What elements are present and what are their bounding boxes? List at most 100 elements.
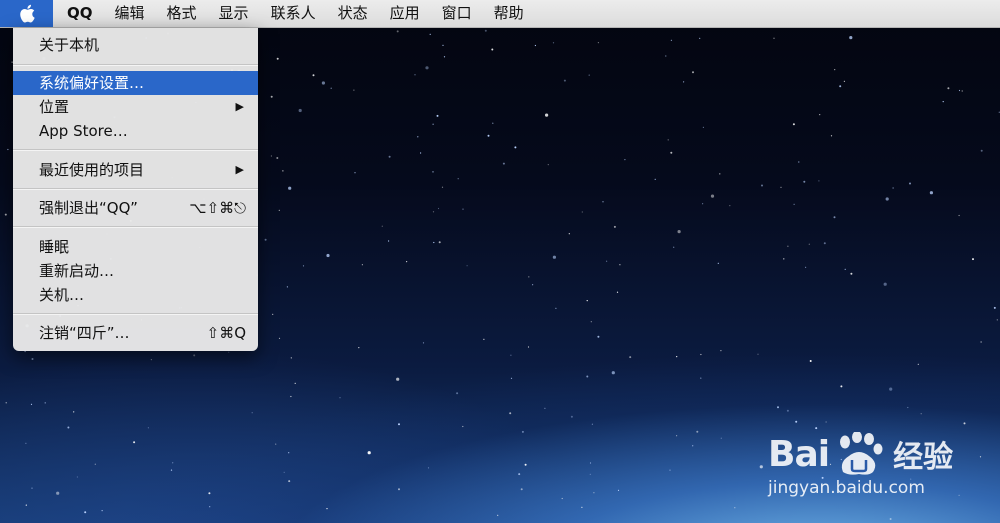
star — [833, 216, 836, 219]
star — [676, 356, 678, 358]
watermark-brand-left: Bai — [768, 433, 830, 475]
star — [209, 506, 211, 508]
menu-item-shutdown-label: 关机… — [39, 286, 85, 304]
star — [606, 260, 608, 262]
star — [502, 162, 505, 165]
star — [942, 101, 944, 103]
star — [492, 122, 494, 124]
star — [524, 463, 527, 466]
star — [613, 225, 616, 228]
menu-item-force-quit-label: 强制退出“QQ” — [39, 199, 138, 217]
star — [700, 377, 702, 379]
star — [270, 155, 272, 157]
star — [457, 178, 459, 180]
star — [290, 395, 292, 398]
star — [616, 291, 619, 293]
menu-item-location-label: 位置 — [39, 98, 70, 116]
menu-item-system-preferences[interactable]: 系统偏好设置… — [13, 71, 258, 95]
star — [581, 211, 583, 213]
star — [456, 392, 459, 395]
star — [133, 441, 136, 444]
star — [844, 268, 846, 270]
star — [417, 136, 419, 138]
star — [44, 402, 46, 404]
star — [834, 69, 836, 71]
star — [883, 282, 887, 286]
star — [443, 56, 446, 58]
star — [570, 415, 573, 418]
star — [961, 90, 963, 92]
star — [677, 230, 681, 234]
star — [429, 33, 431, 36]
star — [670, 151, 673, 154]
star — [433, 241, 435, 244]
star — [438, 241, 441, 244]
star — [510, 354, 512, 356]
star — [437, 207, 440, 210]
star — [94, 463, 96, 465]
star — [228, 351, 230, 353]
star — [547, 164, 549, 166]
menubar-item-contacts[interactable]: 联系人 — [260, 0, 327, 27]
star — [420, 152, 422, 154]
star — [683, 81, 685, 83]
star — [619, 264, 621, 266]
menu-item-about[interactable]: 关于本机 — [13, 33, 258, 57]
menu-item-recent-items[interactable]: 最近使用的项目 ▶ — [13, 158, 258, 182]
star — [497, 514, 499, 516]
menu-item-recent-items-label: 最近使用的项目 — [39, 161, 145, 179]
star — [101, 510, 103, 512]
watermark-brand-right: 经验 — [893, 440, 954, 475]
star — [545, 113, 549, 117]
menu-item-restart-label: 重新启动… — [39, 262, 115, 280]
menubar-item-apps[interactable]: 应用 — [379, 0, 431, 27]
star — [793, 203, 795, 205]
star — [602, 201, 604, 203]
menubar-item-view[interactable]: 显示 — [208, 0, 260, 27]
star — [31, 358, 34, 360]
menu-item-location[interactable]: 位置 ▶ — [13, 95, 258, 119]
menubar-app-qq[interactable]: QQ — [53, 0, 104, 27]
star — [24, 350, 26, 353]
star — [700, 353, 702, 356]
baidu-paw-logo-icon — [840, 432, 883, 475]
star — [288, 452, 290, 454]
star — [534, 44, 537, 47]
star — [563, 79, 566, 82]
star — [809, 360, 812, 362]
menu-item-sleep[interactable]: 睡眠 — [13, 235, 258, 259]
menubar-item-format[interactable]: 格式 — [156, 0, 208, 27]
menu-item-restart[interactable]: 重新启动… — [13, 259, 258, 283]
star — [290, 357, 292, 359]
menu-separator — [13, 188, 258, 190]
star — [597, 335, 600, 338]
star — [597, 42, 600, 44]
menu-item-shutdown[interactable]: 关机… — [13, 283, 258, 307]
star — [528, 276, 530, 278]
star — [330, 87, 332, 89]
menu-item-logout-label: 注销“四斤”… — [39, 324, 130, 342]
star — [720, 437, 722, 439]
star — [422, 342, 425, 344]
star — [823, 242, 826, 245]
star — [692, 445, 694, 447]
menubar-item-status[interactable]: 状态 — [327, 0, 379, 27]
star — [427, 467, 430, 469]
apple-menu-button[interactable] — [0, 0, 53, 27]
star — [56, 491, 60, 495]
star — [276, 157, 279, 159]
menu-item-app-store[interactable]: App Store… — [13, 119, 258, 143]
menu-item-logout[interactable]: 注销“四斤”… ⇧⌘Q — [13, 321, 258, 345]
star — [406, 261, 408, 263]
star — [514, 146, 517, 149]
menubar-item-window[interactable]: 窗口 — [431, 0, 483, 27]
star — [696, 430, 699, 433]
menubar-item-edit[interactable]: 编辑 — [104, 0, 156, 27]
star — [487, 134, 490, 137]
menubar-item-help[interactable]: 帮助 — [483, 0, 535, 27]
star — [593, 492, 595, 494]
star — [889, 518, 892, 520]
star — [993, 306, 996, 309]
submenu-arrow-icon: ▶ — [235, 163, 244, 176]
menu-item-force-quit[interactable]: 强制退出“QQ” ⌥⇧⌘⎋ — [13, 196, 258, 220]
